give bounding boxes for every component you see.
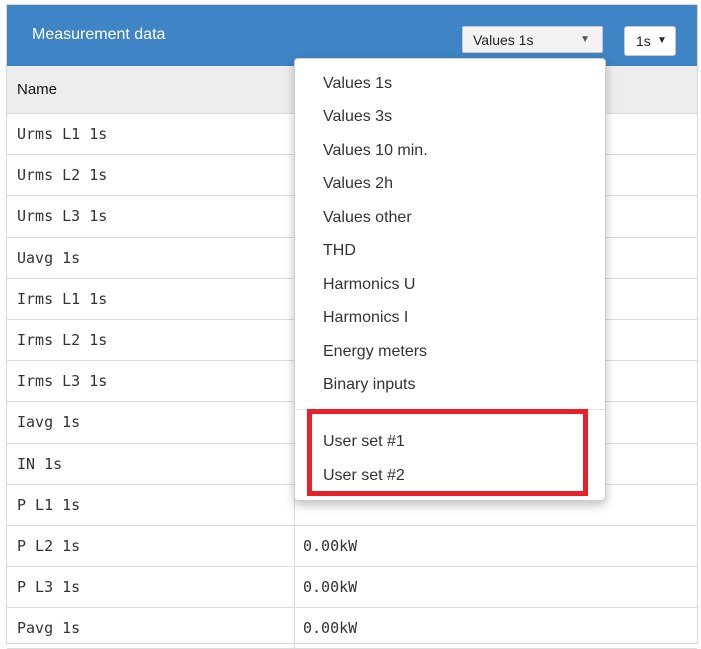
- row-value: 0.00kW: [303, 578, 358, 597]
- values-select[interactable]: Values 1s ▼: [462, 26, 603, 53]
- row-value: 0.00kW: [303, 619, 358, 638]
- menu-item-harmonics-i[interactable]: Harmonics I: [323, 309, 408, 327]
- menu-item-values-1s[interactable]: Values 1s: [323, 75, 392, 93]
- period-dropdown-button[interactable]: 1s ▼: [624, 26, 676, 56]
- caret-down-icon: ▼: [657, 35, 667, 46]
- column-divider: [294, 608, 295, 649]
- period-label: 1s: [636, 33, 651, 49]
- menu-item-energy-meters[interactable]: Energy meters: [323, 343, 427, 361]
- menu-item-thd[interactable]: THD: [323, 242, 356, 260]
- row-name: P L3 1s: [17, 578, 81, 597]
- menu-item-values-2h[interactable]: Values 2h: [323, 175, 393, 193]
- menu-item-values-other[interactable]: Values other: [323, 209, 412, 227]
- panel-header: Measurement data Values 1s ▼ 1s ▼: [7, 5, 697, 66]
- row-name: IN 1s: [17, 454, 63, 473]
- row-name: Iavg 1s: [17, 413, 81, 432]
- row-name: Irms L1 1s: [17, 289, 108, 308]
- menu-item-harmonics-u[interactable]: Harmonics U: [323, 276, 415, 294]
- row-name: Irms L3 1s: [17, 372, 108, 391]
- row-name: Urms L1 1s: [17, 125, 108, 143]
- caret-down-icon: ▼: [580, 34, 590, 45]
- menu-item-values-3s[interactable]: Values 3s: [323, 108, 392, 126]
- column-divider: [294, 525, 295, 567]
- table-row: Pavg 1s 0.00kW: [7, 608, 697, 649]
- values-select-label: Values 1s: [473, 32, 534, 48]
- row-name: P L1 1s: [17, 495, 81, 514]
- panel-title: Measurement data: [32, 26, 166, 43]
- annotation-highlight-box: [307, 409, 588, 496]
- menu-item-binary-inputs[interactable]: Binary inputs: [323, 376, 416, 394]
- row-value: 0.00kW: [303, 536, 358, 555]
- column-divider: [294, 567, 295, 608]
- table-row: P L3 1s 0.00kW: [7, 567, 697, 609]
- table-row: P L2 1s 0.00kW: [7, 525, 697, 568]
- row-name: Irms L2 1s: [17, 330, 108, 349]
- row-name: Urms L2 1s: [17, 166, 108, 185]
- row-name: Pavg 1s: [17, 619, 81, 638]
- row-name: Urms L3 1s: [17, 207, 108, 226]
- menu-item-values-10-min[interactable]: Values 10 min.: [323, 142, 428, 160]
- row-name: P L2 1s: [17, 536, 81, 555]
- column-header-name: Name: [17, 81, 58, 98]
- row-name: Uavg 1s: [17, 248, 81, 267]
